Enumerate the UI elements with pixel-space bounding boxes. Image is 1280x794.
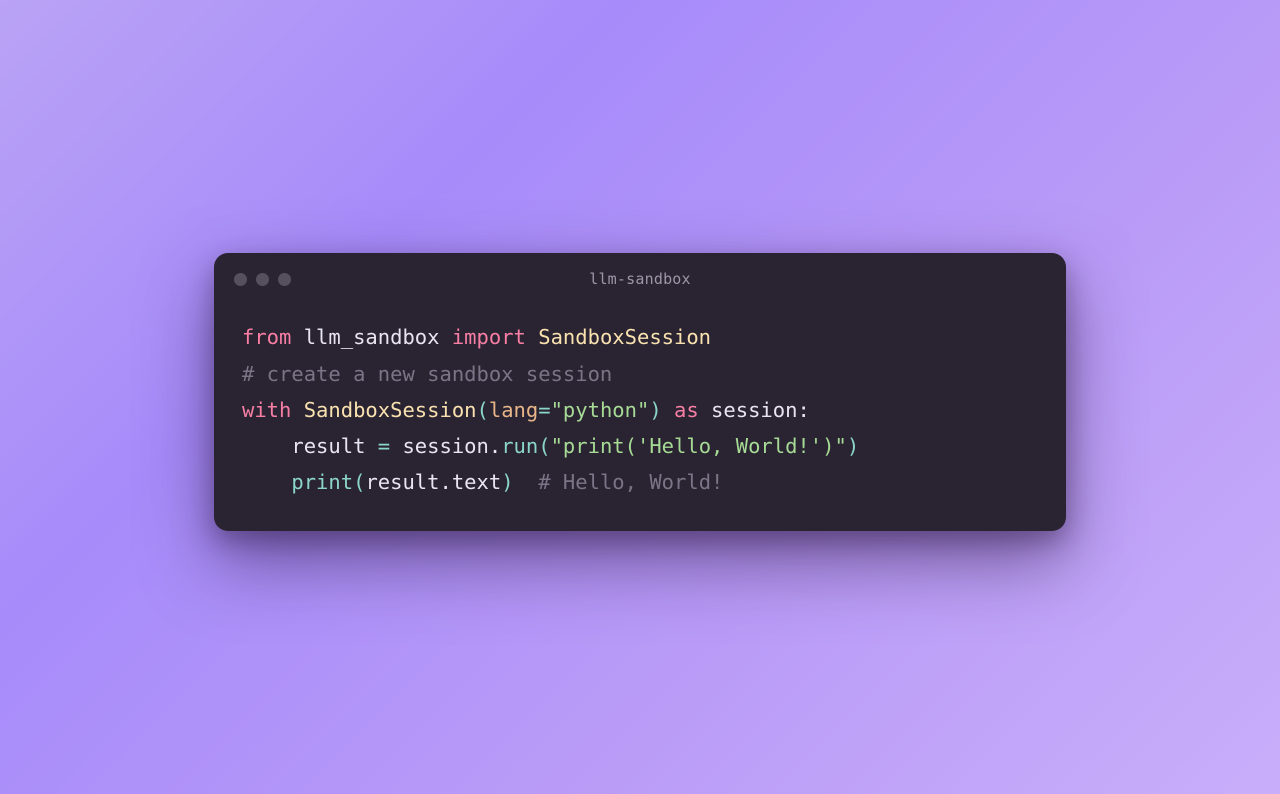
window-title: llm-sandbox <box>234 270 1046 288</box>
keyword-from: from <box>242 325 291 349</box>
string: "python" <box>551 398 650 422</box>
maximize-icon[interactable] <box>278 273 291 286</box>
parameter: lang <box>489 398 538 422</box>
comment: # create a new sandbox session <box>242 362 612 386</box>
paren: ( <box>353 470 365 494</box>
code-line: # create a new sandbox session <box>242 356 1038 392</box>
indent <box>242 434 291 458</box>
dot: . <box>440 470 452 494</box>
comment: # Hello, World! <box>538 470 723 494</box>
object: session <box>402 434 488 458</box>
indent <box>242 470 291 494</box>
variable: session <box>711 398 797 422</box>
colon: : <box>797 398 809 422</box>
function: print <box>291 470 353 494</box>
paren: ) <box>649 398 661 422</box>
dot: . <box>489 434 501 458</box>
string: "print('Hello, World!')" <box>551 434 847 458</box>
method: run <box>501 434 538 458</box>
code-line: from llm_sandbox import SandboxSession <box>242 319 1038 355</box>
keyword-import: import <box>452 325 526 349</box>
code-line: print(result.text) # Hello, World! <box>242 464 1038 500</box>
object: result <box>365 470 439 494</box>
traffic-lights <box>234 273 291 286</box>
class-name: SandboxSession <box>538 325 711 349</box>
class-name: SandboxSession <box>304 398 477 422</box>
keyword-as: as <box>674 398 699 422</box>
titlebar: llm-sandbox <box>214 253 1066 297</box>
property: text <box>452 470 501 494</box>
code-area: from llm_sandbox import SandboxSession #… <box>214 297 1066 530</box>
paren: ) <box>847 434 859 458</box>
minimize-icon[interactable] <box>256 273 269 286</box>
paren: ( <box>538 434 550 458</box>
keyword-with: with <box>242 398 291 422</box>
variable: result <box>291 434 365 458</box>
operator: = <box>538 398 550 422</box>
operator: = <box>365 434 402 458</box>
close-icon[interactable] <box>234 273 247 286</box>
paren: ) <box>501 470 513 494</box>
code-line: result = session.run("print('Hello, Worl… <box>242 428 1038 464</box>
code-window: llm-sandbox from llm_sandbox import Sand… <box>214 253 1066 530</box>
code-line: with SandboxSession(lang="python") as se… <box>242 392 1038 428</box>
paren: ( <box>477 398 489 422</box>
space <box>514 470 539 494</box>
module-name: llm_sandbox <box>304 325 440 349</box>
